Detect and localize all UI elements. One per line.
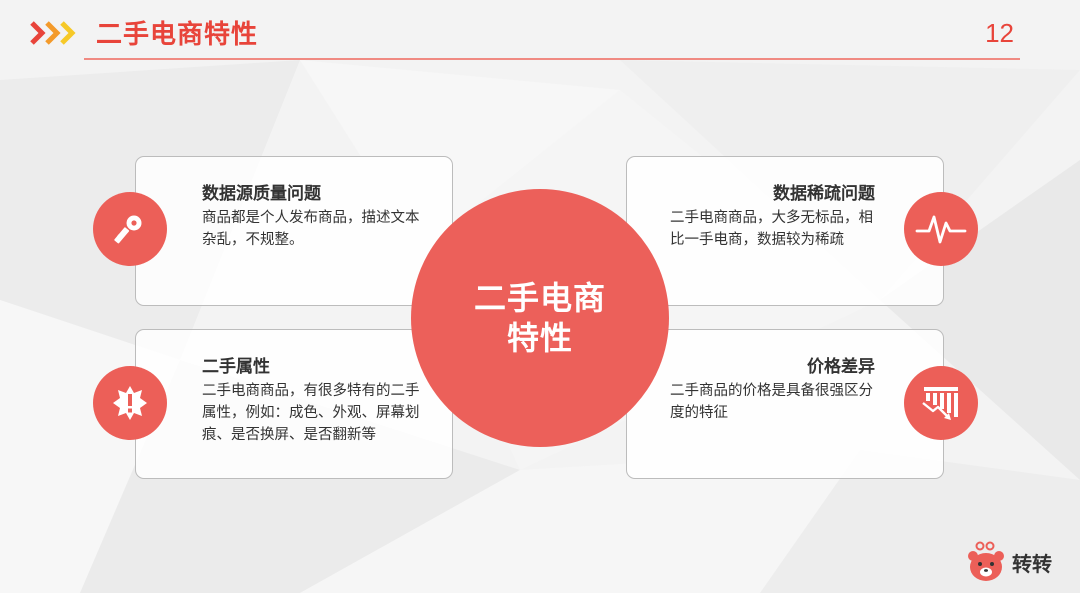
card-price-difference: 价格差异 二手商品的价格是具备很强区分度的特征 — [626, 329, 944, 479]
key-icon-circle — [93, 192, 167, 266]
alert-burst-icon — [113, 386, 147, 420]
card-title: 数据源质量问题 — [202, 184, 321, 204]
header-divider — [84, 58, 1020, 60]
card-description: 二手商品的价格是具备很强区分度的特征 — [670, 383, 873, 421]
card-data-sparsity: 数据稀疏问题 二手电商商品，大多无标品，相比一手电商，数据较为稀疏 — [626, 156, 944, 306]
page-number: 12 — [985, 18, 1014, 48]
pulse-icon-circle — [904, 192, 978, 266]
card-description: 商品都是个人发布商品，描述文本杂乱，不规整。 — [202, 210, 420, 248]
pulse-icon — [915, 215, 967, 244]
center-topic-circle: 二手电商 特性 — [411, 189, 669, 447]
bear-logo-icon — [968, 541, 1004, 581]
card-data-source-quality: 数据源质量问题 商品都是个人发布商品，描述文本杂乱，不规整。 — [135, 156, 453, 306]
card-description: 二手电商商品，有很多特有的二手属性，例如：成色、外观、屏幕划痕、是否换屏、是否翻… — [202, 383, 420, 443]
center-title-line1: 二手电商 — [473, 279, 606, 317]
key-icon — [114, 215, 142, 244]
center-title-line2: 特性 — [506, 319, 573, 357]
brand-logo: 转转 — [966, 540, 1052, 584]
alert-burst-icon-circle — [93, 366, 167, 440]
brand-name: 转转 — [1012, 551, 1052, 576]
card-title: 价格差异 — [807, 357, 875, 377]
page-title: 二手电商特性 — [96, 20, 259, 50]
card-title: 数据稀疏问题 — [773, 184, 875, 204]
card-second-hand-attributes: 二手属性 二手电商商品，有很多特有的二手属性，例如：成色、外观、屏幕划痕、是否换… — [135, 329, 453, 479]
price-drop-chart-icon-circle — [904, 366, 978, 440]
chevrons-icon — [30, 21, 76, 45]
price-drop-chart-icon — [922, 387, 958, 420]
card-title: 二手属性 — [202, 357, 270, 377]
card-description: 二手电商商品，大多无标品，相比一手电商，数据较为稀疏 — [670, 210, 873, 248]
